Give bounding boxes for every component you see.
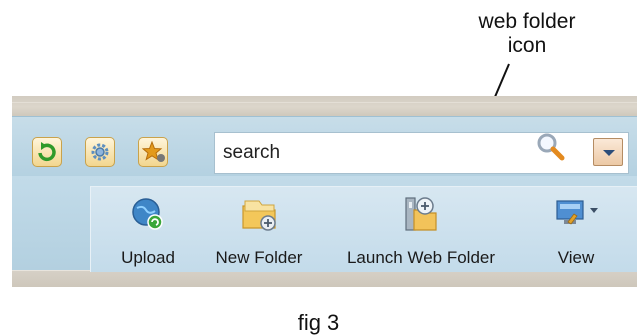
new-folder-icon [242, 200, 276, 231]
top-band [12, 96, 637, 116]
bottom-band [12, 270, 637, 287]
figure-caption: fig 3 [297, 310, 340, 335]
launch-web-folder-label: Launch Web Folder [346, 248, 496, 267]
star-icon [142, 141, 165, 162]
web-folder-icon [405, 197, 437, 231]
view-button[interactable]: View [536, 188, 616, 272]
upload-button[interactable]: Upload [110, 188, 186, 272]
favorites-button[interactable] [138, 137, 168, 167]
annotation-line-1: web folder [478, 10, 576, 33]
refresh-button[interactable] [32, 137, 62, 167]
search-input[interactable] [223, 140, 503, 166]
annotation-label: web folder icon [452, 10, 602, 58]
view-icon [556, 200, 598, 225]
annotation-line-2: icon [507, 34, 547, 57]
view-label: View [557, 248, 595, 267]
refresh-icon [38, 142, 56, 162]
upload-icon [132, 198, 163, 230]
new-folder-button[interactable]: New Folder [199, 188, 319, 272]
chevron-down-icon [590, 208, 598, 213]
search-dropdown-button[interactable] [593, 138, 623, 166]
gear-icon [91, 143, 109, 161]
new-folder-label: New Folder [215, 248, 303, 267]
settings-button[interactable] [85, 137, 115, 167]
upload-label: Upload [121, 248, 175, 267]
launch-web-folder-button[interactable]: Launch Web Folder [336, 188, 506, 272]
search-icon[interactable] [534, 130, 568, 164]
